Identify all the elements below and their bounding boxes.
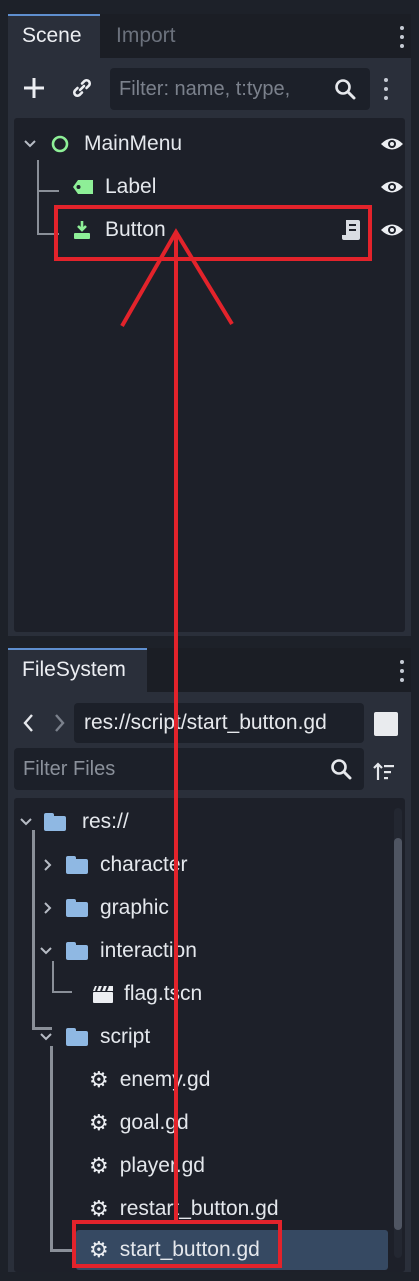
folder-icon xyxy=(66,1028,88,1046)
tree-row-res[interactable]: res:// xyxy=(18,802,388,842)
tree-row-label[interactable]: Label xyxy=(20,167,403,207)
tree-row-mainmenu[interactable]: MainMenu xyxy=(20,124,403,164)
search-icon xyxy=(335,79,356,100)
visibility-eye-icon[interactable] xyxy=(380,136,404,152)
file-label: player.gd xyxy=(119,1154,205,1177)
plus-icon xyxy=(24,78,44,98)
search-icon xyxy=(331,759,352,780)
tree-row-interaction[interactable]: interaction xyxy=(18,931,388,971)
tab-import[interactable]: Import xyxy=(102,14,190,58)
chevron-down-icon[interactable] xyxy=(38,945,54,957)
highlight-box-button-node xyxy=(54,205,372,261)
split-mode-button[interactable] xyxy=(374,712,398,736)
gear-icon: ⚙ xyxy=(89,1153,109,1178)
folder-icon xyxy=(66,942,88,960)
link-icon xyxy=(73,79,91,97)
gear-icon: ⚙ xyxy=(89,1110,109,1135)
gear-icon: ⚙ xyxy=(89,1067,109,1092)
highlight-box-start-button-file xyxy=(72,1220,282,1268)
filesystem-dock-menu-icon[interactable] xyxy=(399,660,405,682)
filter-files-input[interactable]: Filter Files xyxy=(14,748,364,790)
filesystem-dock-tabbar: FileSystem xyxy=(8,648,411,692)
visibility-eye-icon[interactable] xyxy=(380,179,404,195)
scene-tree: MainMenu Label Button xyxy=(14,118,405,632)
file-label: restart_button.gd xyxy=(119,1197,279,1220)
clapperboard-icon xyxy=(93,985,113,1003)
control-node-icon xyxy=(51,135,69,153)
scene-dock-tabbar: Scene Import xyxy=(8,14,411,58)
file-label: flag.tscn xyxy=(124,982,203,1005)
folder-icon xyxy=(66,856,88,874)
sort-icon[interactable] xyxy=(372,760,396,784)
chevron-right-icon[interactable] xyxy=(42,900,54,916)
scene-options-icon[interactable] xyxy=(383,78,389,100)
chevron-down-icon[interactable] xyxy=(18,816,34,828)
path-field[interactable]: res://script/start_button.gd xyxy=(74,703,364,743)
tab-filesystem[interactable]: FileSystem xyxy=(8,648,147,692)
tab-scene[interactable]: Scene xyxy=(8,14,100,58)
scrollbar-thumb[interactable] xyxy=(394,838,402,1230)
chevron-down-icon[interactable] xyxy=(22,138,38,150)
node-label: MainMenu xyxy=(84,132,183,155)
file-label: interaction xyxy=(100,939,197,962)
filesystem-dock: res://script/start_button.gd Filter File… xyxy=(8,692,411,1272)
tree-row-player-gd[interactable]: ⚙ player.gd xyxy=(18,1146,388,1186)
chevron-down-icon[interactable] xyxy=(38,1031,54,1043)
label-node-icon xyxy=(73,180,93,194)
tree-row-script[interactable]: script xyxy=(18,1017,388,1057)
file-label: script xyxy=(100,1025,151,1048)
file-label: res:// xyxy=(82,810,129,833)
gear-icon: ⚙ xyxy=(89,1196,109,1221)
file-label: graphic xyxy=(100,896,169,919)
tree-row-graphic[interactable]: graphic xyxy=(18,888,388,928)
tree-row-flag-tscn[interactable]: flag.tscn xyxy=(18,974,388,1014)
file-label: enemy.gd xyxy=(119,1068,211,1091)
folder-icon xyxy=(66,899,88,917)
scene-dock-menu-icon[interactable] xyxy=(399,26,405,48)
file-label: character xyxy=(100,853,188,876)
file-tree: res:// character graphic interaction fla… xyxy=(14,798,405,1272)
tree-row-enemy-gd[interactable]: ⚙ enemy.gd xyxy=(18,1060,388,1100)
back-arrow-icon[interactable] xyxy=(22,713,36,733)
forward-arrow-icon[interactable] xyxy=(52,713,66,733)
file-label: goal.gd xyxy=(119,1111,189,1134)
add-node-button[interactable] xyxy=(16,70,52,106)
scene-filter-input[interactable]: Filter: name, t:type, xyxy=(110,68,370,110)
tree-row-goal-gd[interactable]: ⚙ goal.gd xyxy=(18,1103,388,1143)
node-label: Label xyxy=(105,175,157,198)
chevron-right-icon[interactable] xyxy=(42,857,54,873)
instance-scene-button[interactable] xyxy=(64,70,100,106)
visibility-eye-icon[interactable] xyxy=(380,222,404,238)
scene-dock: Filter: name, t:type, MainMenu Label But… xyxy=(8,58,411,636)
tree-row-character[interactable]: character xyxy=(18,845,388,885)
tree-guide xyxy=(50,1249,74,1252)
folder-icon xyxy=(44,813,66,831)
scrollbar-track[interactable] xyxy=(394,808,402,1258)
